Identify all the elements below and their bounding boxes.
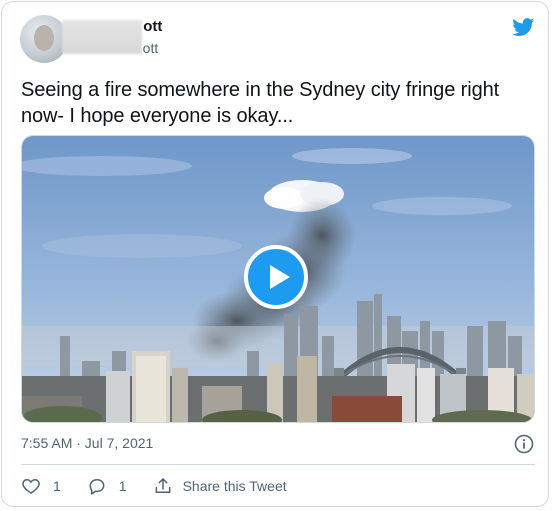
divider (21, 464, 535, 465)
reply-count: 1 (118, 478, 127, 494)
avatar-photo (34, 25, 54, 51)
tweet-text: Seeing a fire somewhere in the Sydney ci… (21, 79, 500, 127)
heart-icon (22, 479, 40, 494)
author-avatar[interactable] (20, 15, 68, 63)
play-icon (270, 265, 290, 289)
twitter-bird-icon[interactable] (511, 16, 536, 38)
action-bar: 1 1 Share this Tweet (21, 474, 287, 498)
author-handle-suffix: ott (142, 40, 159, 56)
play-button[interactable] (244, 245, 308, 309)
share-button[interactable]: Share this Tweet (153, 476, 287, 496)
author-handle[interactable]: @ ott (74, 40, 159, 56)
reply-bubble-icon (89, 479, 105, 495)
tweet-timestamp[interactable]: 7:55 AM · Jul 7, 2021 (21, 435, 153, 451)
reply-button[interactable]: 1 (87, 476, 127, 496)
tweet-card: C ott @ ott Seeing a fire somewhere in t… (1, 1, 549, 507)
info-icon[interactable] (514, 434, 534, 454)
share-label: Share this Tweet (182, 478, 287, 494)
like-button[interactable]: 1 (21, 476, 61, 496)
author-name[interactable]: C ott (74, 18, 162, 35)
author-name-suffix: ott (143, 18, 163, 35)
like-count: 1 (53, 478, 61, 494)
share-upload-icon (155, 478, 171, 493)
